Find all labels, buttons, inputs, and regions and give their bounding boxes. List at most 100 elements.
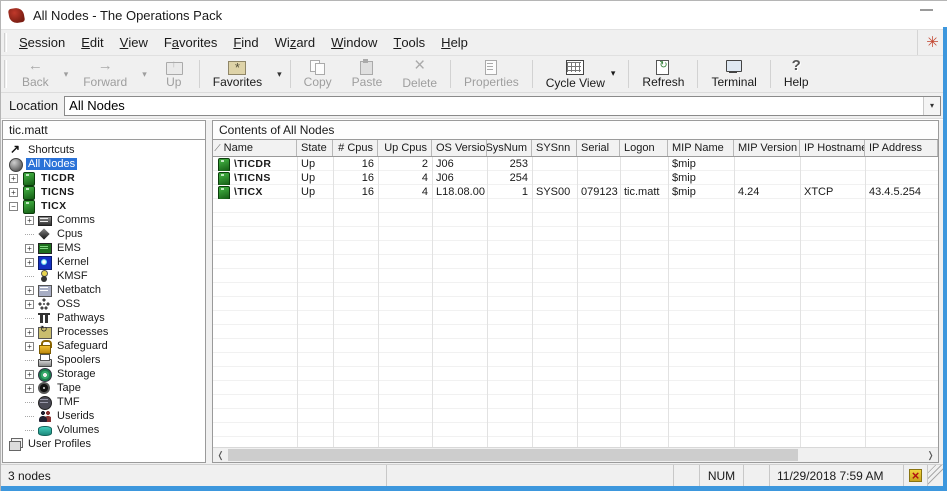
up-button[interactable]: Up [152, 57, 196, 91]
tree-item-userids[interactable]: Userids [3, 409, 205, 423]
expander-icon[interactable]: + [25, 244, 34, 253]
column-grid-line [532, 157, 533, 447]
tree-connector [23, 228, 36, 240]
expander-collapsed[interactable]: + [23, 214, 36, 226]
expander-collapsed[interactable]: + [23, 242, 36, 254]
expander-icon[interactable]: + [25, 286, 34, 295]
tree-item-storage[interactable]: +Storage [3, 367, 205, 381]
tree-item-oss[interactable]: +OSS [3, 297, 205, 311]
expander-icon[interactable]: − [9, 202, 18, 211]
favorites-button[interactable]: Favorites [203, 57, 272, 91]
expander-collapsed[interactable]: + [23, 284, 36, 296]
column-header-mip-version[interactable]: MIP Version [734, 140, 800, 156]
expander-collapsed[interactable]: + [23, 298, 36, 310]
menu-item-favorites[interactable]: Favorites [156, 30, 225, 55]
tree-item-processes[interactable]: +Processes [3, 325, 205, 339]
user-profiles-icon [9, 438, 22, 450]
tree-item-safeguard[interactable]: +Safeguard [3, 339, 205, 353]
scrollbar-thumb[interactable] [228, 449, 798, 461]
location-input[interactable] [65, 97, 923, 115]
expander-icon[interactable]: + [9, 174, 18, 183]
tree-item-ticdr[interactable]: +TICDR [3, 171, 205, 185]
tree-item-ems[interactable]: +EMS [3, 241, 205, 255]
tree-item-all-nodes[interactable]: All Nodes [3, 157, 205, 171]
expander-icon[interactable]: + [25, 370, 34, 379]
toolbar-grip[interactable] [4, 60, 7, 88]
scroll-left-arrow[interactable]: ❬ [213, 448, 228, 462]
column-header-serial[interactable]: Serial [577, 140, 620, 156]
tree-item-ticx[interactable]: −TICX [3, 199, 205, 213]
column-header-logon[interactable]: Logon [620, 140, 668, 156]
tree-item-comms[interactable]: +Comms [3, 213, 205, 227]
expander-collapsed[interactable]: + [23, 382, 36, 394]
menu-item-view[interactable]: View [112, 30, 156, 55]
favorites-dropdown-button[interactable]: ▾ [272, 57, 287, 91]
kmsf-icon [38, 270, 51, 282]
expander-icon[interactable]: + [25, 328, 34, 337]
menubar-grip[interactable] [4, 33, 7, 52]
column-header-state[interactable]: State [297, 140, 333, 156]
expander-collapsed[interactable]: + [7, 172, 20, 184]
tree-item-kernel[interactable]: +Kernel [3, 255, 205, 269]
cycle-view-button[interactable]: Cycle View▾ [536, 57, 626, 91]
column-header-name[interactable]: ∕Name [213, 140, 297, 156]
resize-grip[interactable] [928, 465, 943, 486]
scroll-right-arrow[interactable]: ❭ [923, 448, 938, 462]
column-header-cpus[interactable]: # Cpus [333, 140, 378, 156]
tree-item-spoolers[interactable]: Spoolers [3, 353, 205, 367]
tree-item-pathways[interactable]: Pathways [3, 311, 205, 325]
help-button[interactable]: Help [774, 57, 819, 91]
paste-button[interactable]: Paste [342, 57, 393, 91]
expander-collapsed[interactable]: + [23, 340, 36, 352]
list-row-ticdr[interactable]: \TICDRUp162J06253$mip [213, 157, 938, 171]
properties-button[interactable]: Properties [454, 57, 529, 91]
expander-icon[interactable]: + [9, 188, 18, 197]
tree-item-ticns[interactable]: +TICNS [3, 185, 205, 199]
tree-item-user-profiles[interactable]: User Profiles [3, 437, 205, 451]
expander-collapsed[interactable]: + [23, 368, 36, 380]
column-header-ip-address[interactable]: IP Address [865, 140, 938, 156]
menu-item-session[interactable]: Session [11, 30, 73, 55]
menu-item-help[interactable]: Help [433, 30, 476, 55]
menu-item-edit[interactable]: Edit [73, 30, 111, 55]
delete-button[interactable]: Delete [392, 57, 447, 91]
minimize-button[interactable] [920, 9, 933, 11]
tree-item-volumes[interactable]: Volumes [3, 423, 205, 437]
column-header-sysnum[interactable]: SysNum [487, 140, 532, 156]
column-header-mip-name[interactable]: MIP Name [668, 140, 734, 156]
menu-item-find[interactable]: Find [225, 30, 266, 55]
expander-collapsed[interactable]: + [23, 256, 36, 268]
terminal-button[interactable]: Terminal [701, 57, 766, 91]
forward-dropdown-button[interactable]: ▾ [137, 57, 152, 91]
expander-icon[interactable]: + [25, 342, 34, 351]
scrollbar-track[interactable] [228, 448, 923, 462]
column-header-up-cpus[interactable]: Up Cpus [378, 140, 432, 156]
tree-item-netbatch[interactable]: +Netbatch [3, 283, 205, 297]
expander-expanded[interactable]: − [7, 200, 20, 212]
column-header-ip-hostname[interactable]: IP Hostname [800, 140, 865, 156]
copy-button[interactable]: Copy [294, 57, 342, 91]
tree-item-shortcuts[interactable]: Shortcuts [3, 143, 205, 157]
menu-item-tools[interactable]: Tools [385, 30, 433, 55]
forward-button[interactable]: Forward [73, 57, 137, 91]
tree-item-tmf[interactable]: TMF [3, 395, 205, 409]
expander-collapsed[interactable]: + [7, 186, 20, 198]
expander-collapsed[interactable]: + [23, 326, 36, 338]
refresh-button[interactable]: Refresh [632, 57, 694, 91]
menu-item-window[interactable]: Window [323, 30, 385, 55]
expander-icon[interactable]: + [25, 216, 34, 225]
column-header-sysnn[interactable]: SYSnn [532, 140, 577, 156]
tree-item-cpus[interactable]: Cpus [3, 227, 205, 241]
expander-icon[interactable]: + [25, 384, 34, 393]
location-dropdown-button[interactable]: ▾ [923, 97, 940, 115]
list-row-ticx[interactable]: \TICXUp164L18.08.001SYS00079123tic.matt$… [213, 185, 938, 199]
expander-icon[interactable]: + [25, 300, 34, 309]
tree-item-tape[interactable]: +Tape [3, 381, 205, 395]
column-header-os-version[interactable]: OS Version [432, 140, 487, 156]
menu-item-wizard[interactable]: Wizard [267, 30, 323, 55]
expander-icon[interactable]: + [25, 258, 34, 267]
back-dropdown-button[interactable]: ▾ [59, 57, 74, 91]
list-row-ticns[interactable]: \TICNSUp164J06254$mip [213, 171, 938, 185]
back-button[interactable]: Back [12, 57, 59, 91]
tree-item-kmsf[interactable]: KMSF [3, 269, 205, 283]
